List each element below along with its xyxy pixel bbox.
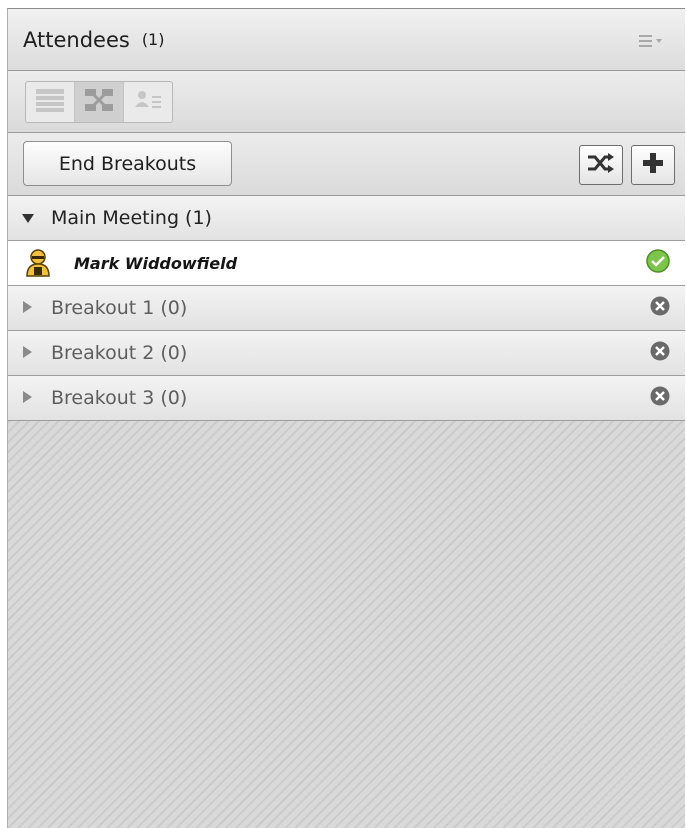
list-view-button[interactable] (26, 82, 75, 122)
room-label: Breakout 1 (0) (51, 297, 188, 319)
attendee-status-view-button[interactable] (124, 82, 172, 122)
view-switcher-bar (8, 71, 685, 133)
add-breakout-button[interactable] (631, 145, 675, 185)
collapsed-triangle-icon[interactable] (21, 389, 41, 408)
pod-menu-icon[interactable] (639, 33, 665, 47)
room-label: Breakout 2 (0) (51, 342, 188, 364)
shuffle-button[interactable] (579, 145, 623, 185)
collapsed-triangle-icon[interactable] (21, 344, 41, 363)
list-view-icon (35, 87, 65, 117)
room-label: Main Meeting (1) (51, 207, 212, 229)
remove-icon[interactable] (649, 295, 671, 321)
host-icon (24, 248, 52, 278)
room-main-meeting[interactable]: Main Meeting (1) (8, 196, 685, 241)
breakout-view-button[interactable] (75, 82, 124, 122)
shuffle-icon (586, 151, 616, 179)
room-breakout-2[interactable]: Breakout 2 (0) (8, 331, 685, 376)
attendees-pod: Attendees (1) End Breakouts Main Meeting… (7, 8, 685, 828)
view-switcher (25, 81, 173, 123)
collapsed-triangle-icon[interactable] (21, 299, 41, 318)
end-breakouts-button[interactable]: End Breakouts (23, 141, 232, 186)
empty-list-area (8, 421, 685, 828)
breakout-actions-bar: End Breakouts (8, 133, 685, 196)
remove-icon[interactable] (649, 340, 671, 366)
pod-header: Attendees (1) (8, 9, 685, 71)
pod-title: Attendees (23, 27, 130, 52)
attendee-row[interactable]: Mark Widdowfield (8, 241, 685, 286)
expanded-triangle-icon[interactable] (21, 209, 41, 228)
plus-icon (641, 151, 665, 179)
remove-icon[interactable] (649, 385, 671, 411)
attendee-count: (1) (141, 30, 165, 49)
room-label: Breakout 3 (0) (51, 387, 188, 409)
attendee-name: Mark Widdowfield (74, 253, 238, 273)
check-icon (645, 248, 671, 278)
breakout-view-icon (84, 87, 114, 117)
room-breakout-1[interactable]: Breakout 1 (0) (8, 286, 685, 331)
attendee-status-view-icon (133, 87, 163, 117)
room-breakout-3[interactable]: Breakout 3 (0) (8, 376, 685, 421)
